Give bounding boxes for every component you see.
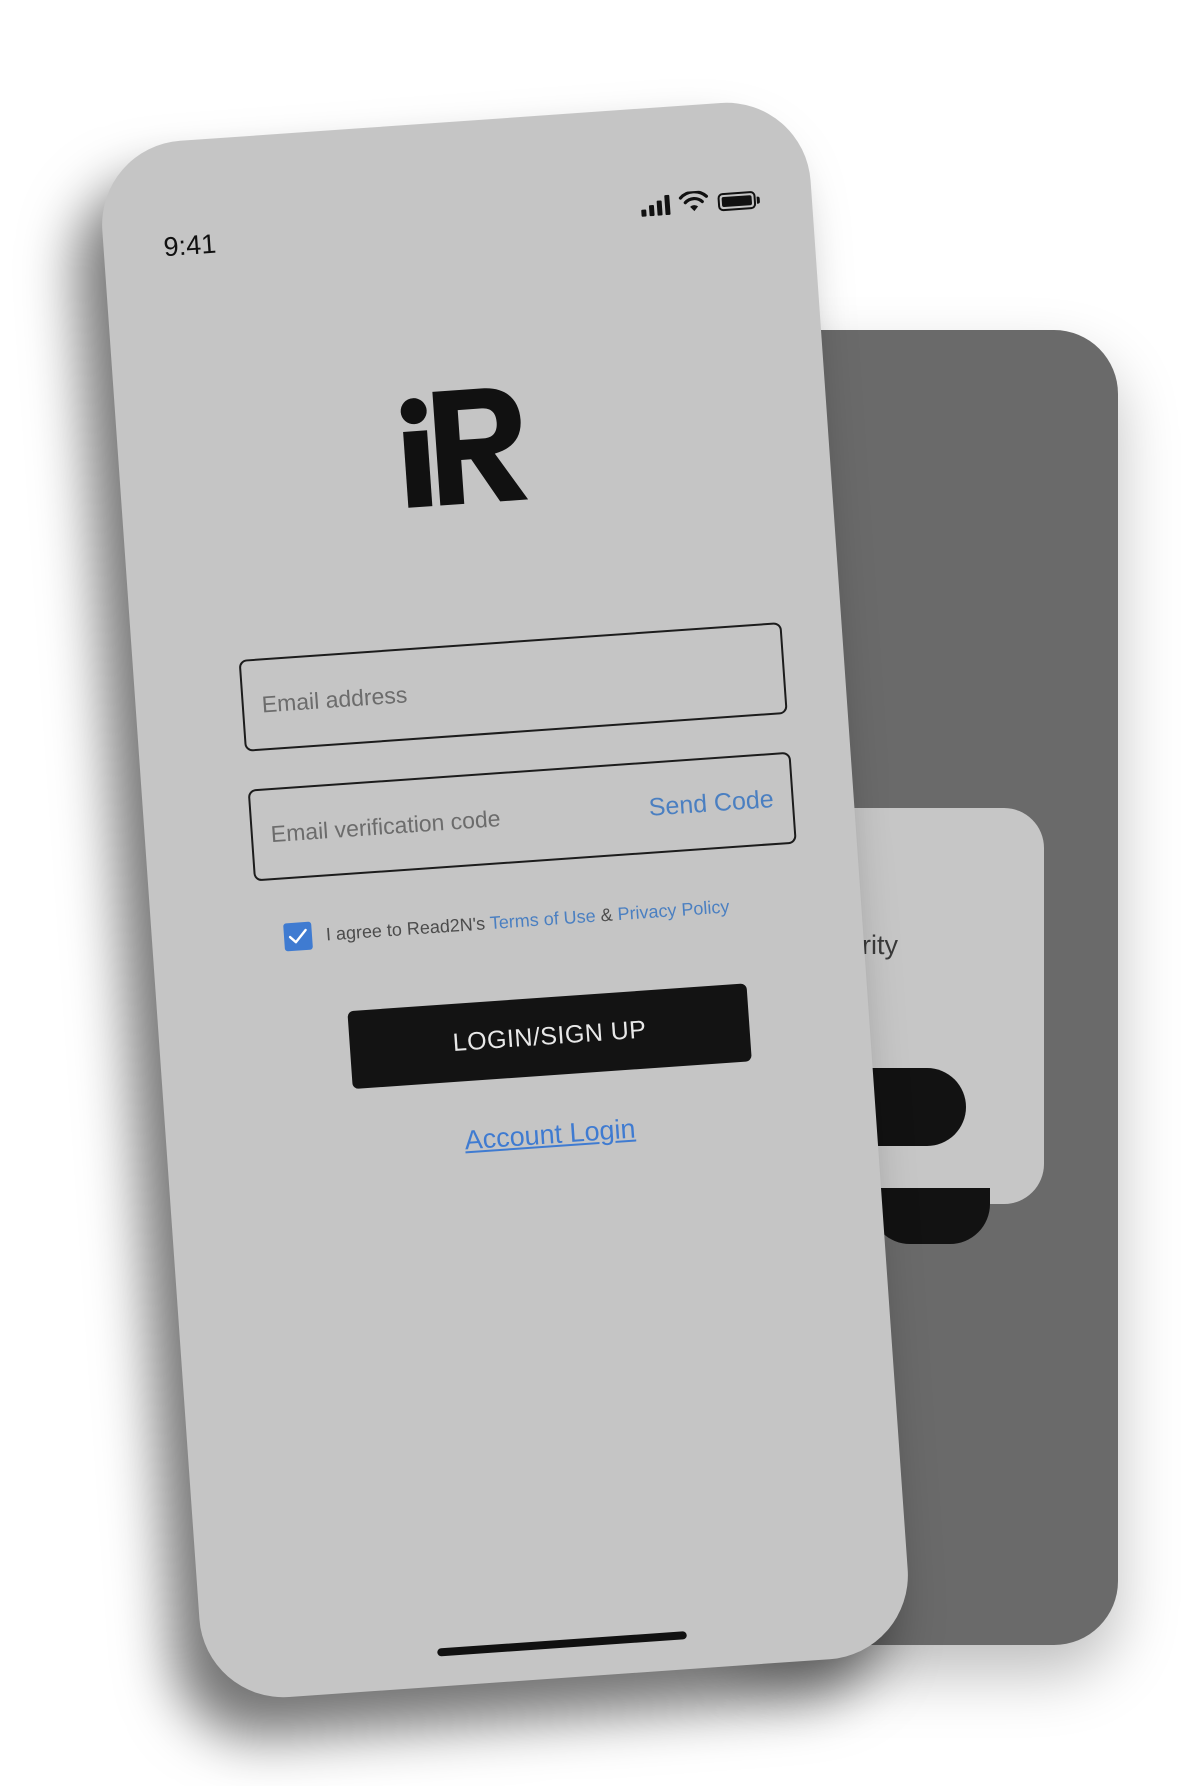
- verification-code-input[interactable]: Email verification code Send Code: [247, 751, 797, 882]
- phone-screen: 9:41 Email address Email verification co…: [96, 97, 914, 1703]
- send-code-button[interactable]: Send Code: [648, 785, 775, 823]
- terms-of-use-link[interactable]: Terms of Use: [489, 905, 596, 932]
- status-bar-icons: [640, 187, 757, 217]
- background-dialog-button-shadow: [870, 1188, 990, 1244]
- cellular-signal-icon: [640, 193, 671, 217]
- verification-code-placeholder: Email verification code: [269, 804, 502, 847]
- wifi-icon: [678, 190, 708, 212]
- home-indicator[interactable]: [437, 1631, 688, 1657]
- account-login-link[interactable]: Account Login: [464, 1113, 637, 1156]
- agreement-and: &: [599, 904, 614, 925]
- background-dialog-text: rity: [862, 930, 898, 960]
- agreement-prefix: I agree to Read2N's: [325, 912, 486, 945]
- status-bar-time: 9:41: [162, 228, 218, 263]
- battery-icon: [717, 190, 757, 212]
- app-logo: [400, 388, 529, 508]
- checkmark-icon: [288, 928, 307, 944]
- agreement-checkbox[interactable]: [283, 921, 313, 952]
- email-input[interactable]: Email address: [238, 622, 788, 752]
- login-signup-button[interactable]: LOGIN/SIGN UP: [347, 983, 752, 1090]
- privacy-policy-link[interactable]: Privacy Policy: [617, 896, 730, 924]
- terms-agreement-row: I agree to Read2N's Terms of Use & Priva…: [283, 892, 730, 952]
- email-placeholder: Email address: [260, 680, 409, 717]
